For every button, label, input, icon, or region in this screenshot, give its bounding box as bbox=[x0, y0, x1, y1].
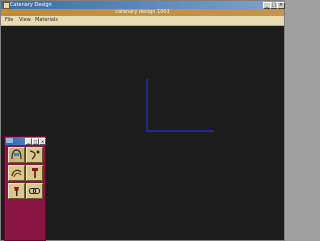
palette-icon bbox=[6, 138, 13, 143]
chain-link-icon bbox=[28, 187, 41, 195]
hammer-icon bbox=[32, 168, 38, 178]
menu-materials[interactable]: Materials bbox=[35, 17, 58, 24]
tool-catenary-arch[interactable] bbox=[8, 147, 25, 163]
app-icon bbox=[3, 2, 10, 9]
close-button[interactable]: × bbox=[277, 2, 285, 9]
main-window: Catenary Design _ □ × catenary design 10… bbox=[0, 0, 285, 241]
palette-minimize-button[interactable]: _ bbox=[25, 138, 32, 145]
tool-hammer[interactable] bbox=[26, 165, 43, 181]
tool-chain-link[interactable] bbox=[26, 183, 43, 199]
document-title-bar: catenary design 1001 bbox=[1, 9, 284, 16]
tool-rope-coil[interactable] bbox=[8, 165, 25, 181]
document-title: catenary design 1001 bbox=[115, 9, 170, 15]
tool-palette: _ □ × bbox=[4, 136, 46, 241]
title-bar[interactable]: Catenary Design _ □ × bbox=[1, 1, 285, 9]
palette-title-bar[interactable]: _ □ × bbox=[5, 137, 46, 145]
palette-close-button[interactable]: × bbox=[39, 138, 46, 145]
pin-icon bbox=[14, 187, 19, 196]
menu-view[interactable]: View bbox=[19, 17, 31, 24]
menu-file[interactable]: File bbox=[5, 17, 13, 24]
tool-curve[interactable] bbox=[26, 147, 43, 163]
menu-bar: File View Materials bbox=[1, 16, 284, 26]
tool-pin[interactable] bbox=[8, 183, 25, 199]
rope-coil-icon bbox=[11, 169, 22, 178]
catenary-curve[interactable] bbox=[146, 79, 214, 132]
palette-maximize-button[interactable]: □ bbox=[32, 138, 39, 145]
catenary-arch-icon bbox=[11, 149, 22, 160]
window-title: Catenary Design bbox=[10, 2, 52, 8]
curve-icon bbox=[29, 150, 40, 160]
